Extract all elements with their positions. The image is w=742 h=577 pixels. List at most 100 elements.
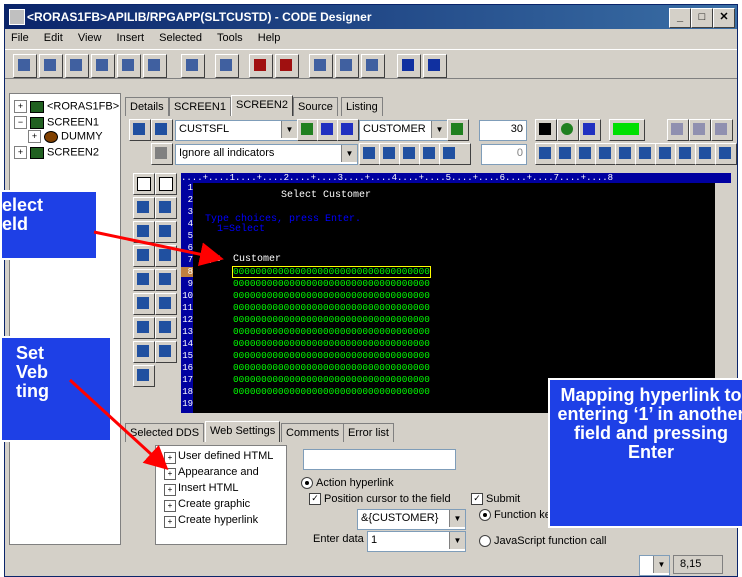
blue-button[interactable] <box>579 119 601 141</box>
tab-source[interactable]: Source <box>293 97 338 116</box>
field-select[interactable]: CUSTOMER ▼ <box>359 120 448 141</box>
tab-screen1[interactable]: SCREEN1 <box>169 97 231 116</box>
tab-screen2[interactable]: SCREEN2 <box>231 95 293 116</box>
toolbar-button-9[interactable] <box>249 54 273 78</box>
tab-web-settings[interactable]: Web Settings <box>205 421 281 442</box>
toolbar-button-10[interactable] <box>275 54 299 78</box>
tree-item-screen2[interactable]: + SCREEN2 <box>14 146 99 159</box>
toolbar-button-3[interactable] <box>65 54 89 78</box>
cursor-field-select[interactable]: &{CUSTOMER} ▼ <box>357 509 466 530</box>
design-tool-19[interactable] <box>655 143 677 165</box>
tab-selected-dds[interactable]: Selected DDS <box>125 423 205 442</box>
design-tool-17[interactable] <box>615 143 637 165</box>
list-item-appearance[interactable]: Appearance and <box>178 466 259 478</box>
palette-tool-14[interactable] <box>155 341 177 363</box>
palette-tool-9[interactable] <box>133 293 155 315</box>
toolbar-button-14[interactable] <box>397 54 421 78</box>
list-item-create-graphic[interactable]: Create graphic <box>178 498 250 510</box>
length-field[interactable]: 30 <box>479 120 527 141</box>
design-tool-15[interactable] <box>575 143 597 165</box>
design-tool-8[interactable] <box>359 143 381 165</box>
design-tool-13[interactable] <box>535 143 557 165</box>
expand-icon[interactable]: + <box>164 484 176 496</box>
palette-pointer[interactable] <box>155 173 177 195</box>
subfile-row[interactable]: 00000000000000000000000000000000000 <box>232 266 431 278</box>
palette-tool-11[interactable] <box>133 317 155 339</box>
list-item-user-defined-html[interactable]: User defined HTML <box>178 450 273 462</box>
palette-tool-7[interactable] <box>133 269 155 291</box>
design-tool-3[interactable] <box>297 119 319 141</box>
design-tool-10[interactable] <box>399 143 421 165</box>
expand-icon[interactable]: + <box>164 516 176 528</box>
palette-tool-4[interactable] <box>155 221 177 243</box>
circle-button[interactable] <box>557 119 579 141</box>
design-tool-22[interactable] <box>715 143 737 165</box>
enter-data-select[interactable]: 1 ▼ <box>367 531 466 552</box>
expand-icon[interactable]: + <box>14 100 27 113</box>
palette-tool-5[interactable] <box>133 245 155 267</box>
palette-tool-1[interactable] <box>133 197 155 219</box>
screen-canvas[interactable]: ....+....1....+....2....+....3....+....4… <box>181 173 731 413</box>
design-tool-21[interactable] <box>695 143 717 165</box>
palette-checkbox[interactable] <box>133 173 155 195</box>
status-dropdown[interactable]: ▼ <box>639 555 670 576</box>
submit-checkbox[interactable]: ✓ Submit <box>471 493 520 506</box>
next-record-button[interactable] <box>337 119 359 141</box>
maximize-button[interactable]: □ <box>691 8 713 28</box>
tree-root[interactable]: + <RORAS1FB> <box>14 100 119 113</box>
toolbar-button-1[interactable] <box>13 54 37 78</box>
design-tool-20[interactable] <box>675 143 697 165</box>
menu-file[interactable]: File <box>11 32 29 44</box>
design-tool-11[interactable] <box>419 143 441 165</box>
collapse-icon[interactable]: − <box>14 116 27 129</box>
hyperlink-text-field[interactable] <box>303 449 456 470</box>
design-tool-9[interactable] <box>379 143 401 165</box>
tree-item-screen1[interactable]: − SCREEN1 <box>14 116 99 129</box>
toolbar-button-5[interactable] <box>117 54 141 78</box>
design-tool-16[interactable] <box>595 143 617 165</box>
menu-help[interactable]: Help <box>258 32 281 44</box>
toolbar-button-4[interactable] <box>91 54 115 78</box>
function-key-option[interactable]: Function key <box>479 509 556 522</box>
palette-tool-15[interactable] <box>133 365 155 387</box>
toolbar-button-13[interactable] <box>361 54 385 78</box>
palette-tool-13[interactable] <box>133 341 155 363</box>
toolbar-button-8[interactable] <box>215 54 239 78</box>
expand-icon[interactable]: + <box>164 452 176 464</box>
palette-tool-6[interactable] <box>155 245 177 267</box>
palette-tool-2[interactable] <box>155 197 177 219</box>
toolbar-button-7[interactable] <box>181 54 205 78</box>
format-select[interactable]: CUSTSFL ▼ <box>175 120 298 141</box>
js-call-option[interactable]: JavaScript function call <box>479 535 607 548</box>
palette-tool-8[interactable] <box>155 269 177 291</box>
list-item-create-hyperlink[interactable]: Create hyperlink <box>178 514 258 526</box>
action-hyperlink-option[interactable]: Action hyperlink <box>301 477 394 490</box>
toolbar-button-15[interactable] <box>423 54 447 78</box>
toolbar-button-11[interactable] <box>309 54 333 78</box>
palette-tool-10[interactable] <box>155 293 177 315</box>
menu-insert[interactable]: Insert <box>117 32 145 44</box>
indicator-select[interactable]: Ignore all indicators ▼ <box>175 144 358 165</box>
menu-edit[interactable]: Edit <box>44 32 63 44</box>
list-item-insert-html[interactable]: Insert HTML <box>178 482 239 494</box>
design-tool-4[interactable] <box>447 119 469 141</box>
design-tool-2[interactable] <box>151 119 173 141</box>
tree-item-dummy[interactable]: + DUMMY <box>28 130 103 143</box>
expand-icon[interactable]: + <box>164 500 176 512</box>
palette-tool-12[interactable] <box>155 317 177 339</box>
design-tool-7[interactable] <box>711 119 733 141</box>
palette-tool-3[interactable] <box>133 221 155 243</box>
expand-icon[interactable]: + <box>164 468 176 480</box>
design-tool-14[interactable] <box>555 143 577 165</box>
design-tool-6[interactable] <box>689 119 711 141</box>
menu-view[interactable]: View <box>78 32 102 44</box>
design-tool-18[interactable] <box>635 143 657 165</box>
toolbar-button-6[interactable] <box>143 54 167 78</box>
expand-icon[interactable]: + <box>14 146 27 159</box>
color-picker[interactable] <box>609 119 645 141</box>
expand-icon[interactable]: + <box>28 130 41 143</box>
menu-selected[interactable]: Selected <box>159 32 202 44</box>
design-tool-5[interactable] <box>667 119 689 141</box>
toolbar-button-2[interactable] <box>39 54 63 78</box>
position-cursor-checkbox[interactable]: ✓ Position cursor to the field <box>309 493 451 506</box>
